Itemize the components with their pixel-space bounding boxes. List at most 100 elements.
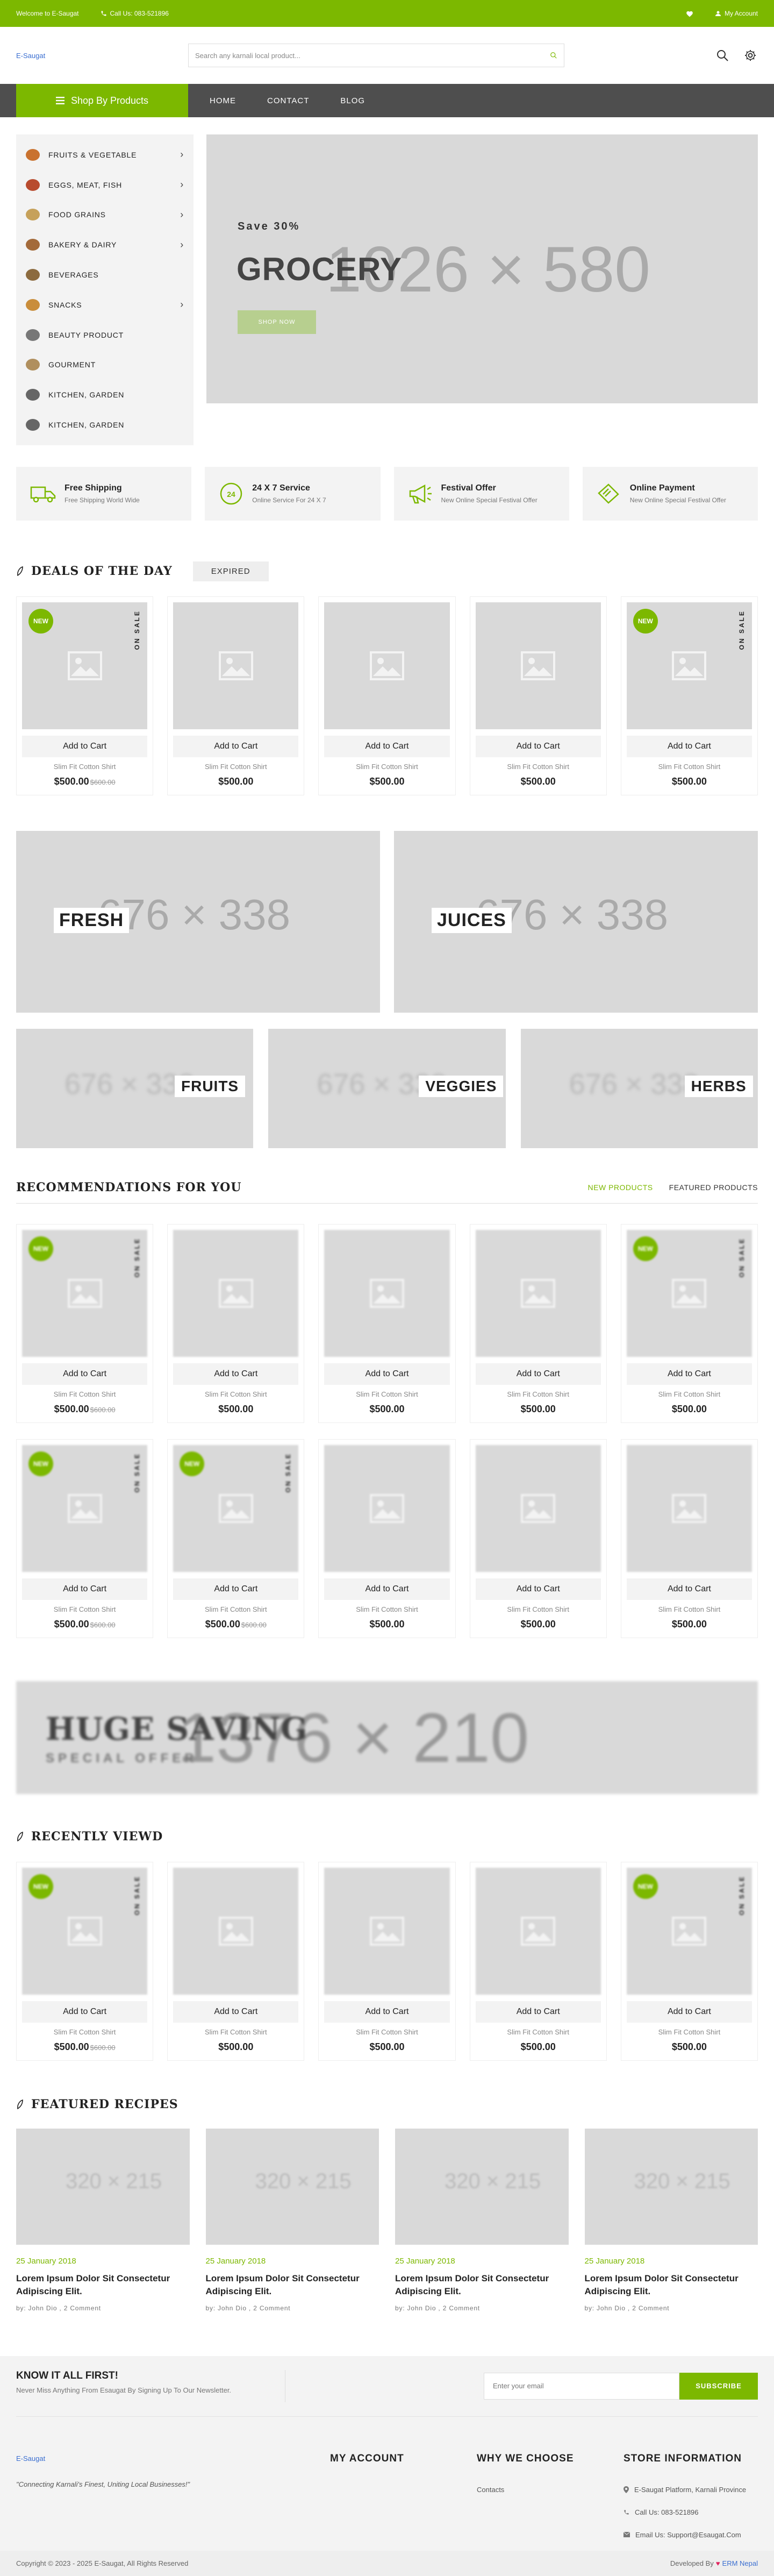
subscribe-button[interactable]: SUBSCRIBE (679, 2372, 758, 2400)
product-image[interactable]: NEW ON SALE (22, 1229, 148, 1357)
tab-featured-products[interactable]: FEATURED PRODUCTS (669, 1183, 758, 1192)
add-to-cart-button[interactable]: Add to Cart (22, 2001, 148, 2023)
recipe-title[interactable]: Lorem Ipsum Dolor Sit Consectetur Adipis… (16, 2272, 190, 2298)
product-card[interactable]: Add to Cart Slim Fit Cotton Shirt $500.00 (469, 1223, 607, 1423)
recipe-card[interactable]: 320 × 215 25 January 2018 Lorem Ipsum Dolo… (16, 2128, 190, 2312)
product-name[interactable]: Slim Fit Cotton Shirt (173, 2028, 298, 2036)
product-name[interactable]: Slim Fit Cotton Shirt (627, 1390, 752, 1398)
product-name[interactable]: Slim Fit Cotton Shirt (324, 2028, 449, 2036)
product-image[interactable] (324, 1444, 450, 1572)
search-bar[interactable]: Search any karnali local product... (188, 44, 564, 67)
category-item[interactable]: EGGS, MEAT, FISH › (16, 170, 194, 200)
product-name[interactable]: Slim Fit Cotton Shirt (22, 763, 147, 771)
category-item[interactable]: KITCHEN, GARDEN (16, 410, 194, 440)
fruits-banner[interactable]: 676 × 338 FRUITS (16, 1028, 254, 1148)
category-item[interactable]: SNACKS › (16, 290, 194, 320)
product-image[interactable] (324, 1229, 450, 1357)
product-card[interactable]: NEW ON SALE Add to Cart Slim Fit Cotton Shi… (167, 1439, 305, 1638)
product-card[interactable]: NEW ON SALE Add to Cart Slim Fit Cotton Shi… (620, 596, 758, 795)
nav-home[interactable]: HOME (210, 84, 236, 117)
product-image[interactable] (324, 1867, 450, 1995)
huge-saving-banner[interactable]: 1376 × 210 HUGE SAVING SPECIAL OFFER (16, 1681, 758, 1794)
product-card[interactable]: Add to Cart Slim Fit Cotton Shirt $500.00 (167, 1223, 305, 1423)
product-card[interactable]: Add to Cart Slim Fit Cotton Shirt $500.00 (469, 596, 607, 795)
footer-phone[interactable]: Call Us: 083-521896 (624, 2508, 699, 2516)
add-to-cart-button[interactable]: Add to Cart (22, 1578, 148, 1600)
add-to-cart-button[interactable]: Add to Cart (324, 1363, 450, 1385)
product-card[interactable]: Add to Cart Slim Fit Cotton Shirt $500.00 (469, 1439, 607, 1638)
add-to-cart-button[interactable]: Add to Cart (324, 735, 450, 757)
product-image[interactable] (475, 1229, 601, 1357)
product-name[interactable]: Slim Fit Cotton Shirt (627, 763, 752, 771)
recipe-image[interactable]: 320 × 215 (16, 2128, 190, 2245)
product-card[interactable]: NEW ON SALE Add to Cart Slim Fit Cotton Shi… (16, 1223, 154, 1423)
product-card[interactable]: Add to Cart Slim Fit Cotton Shirt $500.00 (318, 1861, 456, 2061)
recipe-card[interactable]: 320 × 215 25 January 2018 Lorem Ipsum Dolo… (205, 2128, 379, 2312)
developer-link[interactable]: ERM Nepal (722, 2559, 758, 2567)
product-image[interactable] (626, 1444, 752, 1572)
veggies-banner[interactable]: 676 × 338 VEGGIES (268, 1028, 506, 1148)
search-icon[interactable] (550, 52, 557, 59)
add-to-cart-button[interactable]: Add to Cart (475, 735, 601, 757)
product-card[interactable]: NEW ON SALE Add to Cart Slim Fit Cotton Shi… (620, 1861, 758, 2061)
my-account-link[interactable]: My Account (715, 10, 758, 17)
product-image[interactable] (475, 1867, 601, 1995)
category-item[interactable]: KITCHEN, GARDEN (16, 380, 194, 410)
search-icon[interactable] (716, 49, 729, 62)
newsletter-email-input[interactable]: Enter your email (484, 2372, 679, 2400)
nav-contact[interactable]: CONTACT (267, 84, 309, 117)
product-image[interactable]: NEW ON SALE (22, 1867, 148, 1995)
product-image[interactable]: NEW ON SALE (626, 602, 752, 729)
product-name[interactable]: Slim Fit Cotton Shirt (476, 763, 601, 771)
product-name[interactable]: Slim Fit Cotton Shirt (476, 2028, 601, 2036)
product-name[interactable]: Slim Fit Cotton Shirt (324, 763, 449, 771)
recipe-image[interactable]: 320 × 215 (205, 2128, 379, 2245)
add-to-cart-button[interactable]: Add to Cart (475, 1578, 601, 1600)
hero-slider[interactable]: 1026 × 580 Save 30% GROCERY SHOP NOW (206, 134, 758, 403)
juices-banner[interactable]: 676 × 338 JUICES (394, 830, 758, 1013)
product-card[interactable]: Add to Cart Slim Fit Cotton Shirt $500.00 (318, 1223, 456, 1423)
product-image[interactable] (475, 602, 601, 729)
add-to-cart-button[interactable]: Add to Cart (626, 735, 752, 757)
product-name[interactable]: Slim Fit Cotton Shirt (324, 1605, 449, 1613)
product-name[interactable]: Slim Fit Cotton Shirt (173, 1390, 298, 1398)
recipe-title[interactable]: Lorem Ipsum Dolor Sit Consectetur Adipis… (395, 2272, 569, 2298)
add-to-cart-button[interactable]: Add to Cart (22, 735, 148, 757)
add-to-cart-button[interactable]: Add to Cart (173, 1578, 299, 1600)
add-to-cart-button[interactable]: Add to Cart (475, 1363, 601, 1385)
product-image[interactable] (173, 602, 299, 729)
settings-icon[interactable] (744, 49, 757, 62)
shop-now-button[interactable]: SHOP NOW (238, 310, 316, 334)
product-card[interactable]: Add to Cart Slim Fit Cotton Shirt $500.00 (318, 1439, 456, 1638)
product-card[interactable]: Add to Cart Slim Fit Cotton Shirt $500.00 (318, 596, 456, 795)
product-image[interactable]: NEW ON SALE (22, 602, 148, 729)
product-name[interactable]: Slim Fit Cotton Shirt (173, 763, 298, 771)
logo[interactable]: E-Saugat (16, 52, 188, 60)
call-info[interactable]: Call Us: 083-521896 (101, 10, 169, 17)
product-name[interactable]: Slim Fit Cotton Shirt (22, 1390, 147, 1398)
product-card[interactable]: Add to Cart Slim Fit Cotton Shirt $500.00 (469, 1861, 607, 2061)
add-to-cart-button[interactable]: Add to Cart (626, 2001, 752, 2023)
add-to-cart-button[interactable]: Add to Cart (626, 1578, 752, 1600)
add-to-cart-button[interactable]: Add to Cart (626, 1363, 752, 1385)
recipe-image[interactable]: 320 × 215 (584, 2128, 758, 2245)
product-name[interactable]: Slim Fit Cotton Shirt (173, 1605, 298, 1613)
product-image[interactable] (173, 1867, 299, 1995)
recipe-title[interactable]: Lorem Ipsum Dolor Sit Consectetur Adipis… (585, 2272, 758, 2298)
fresh-banner[interactable]: 676 × 338 FRESH (16, 830, 380, 1013)
product-card[interactable]: Add to Cart Slim Fit Cotton Shirt $500.00 (167, 596, 305, 795)
recipe-title[interactable]: Lorem Ipsum Dolor Sit Consectetur Adipis… (206, 2272, 379, 2298)
product-name[interactable]: Slim Fit Cotton Shirt (627, 1605, 752, 1613)
category-item[interactable]: BAKERY & DAIRY › (16, 230, 194, 260)
product-card[interactable]: Add to Cart Slim Fit Cotton Shirt $500.00 (620, 1439, 758, 1638)
add-to-cart-button[interactable]: Add to Cart (324, 1578, 450, 1600)
product-name[interactable]: Slim Fit Cotton Shirt (22, 2028, 147, 2036)
category-item[interactable]: FOOD GRAINS › (16, 200, 194, 230)
product-name[interactable]: Slim Fit Cotton Shirt (476, 1605, 601, 1613)
product-image[interactable] (173, 1229, 299, 1357)
product-image[interactable]: NEW ON SALE (626, 1229, 752, 1357)
shop-by-products-button[interactable]: Shop By Products (16, 84, 188, 117)
footer-email[interactable]: Email Us: Support@Esaugat.Com (624, 2531, 741, 2539)
search-input[interactable]: Search any karnali local product... (195, 52, 550, 60)
product-card[interactable]: NEW ON SALE Add to Cart Slim Fit Cotton Shi… (16, 1439, 154, 1638)
